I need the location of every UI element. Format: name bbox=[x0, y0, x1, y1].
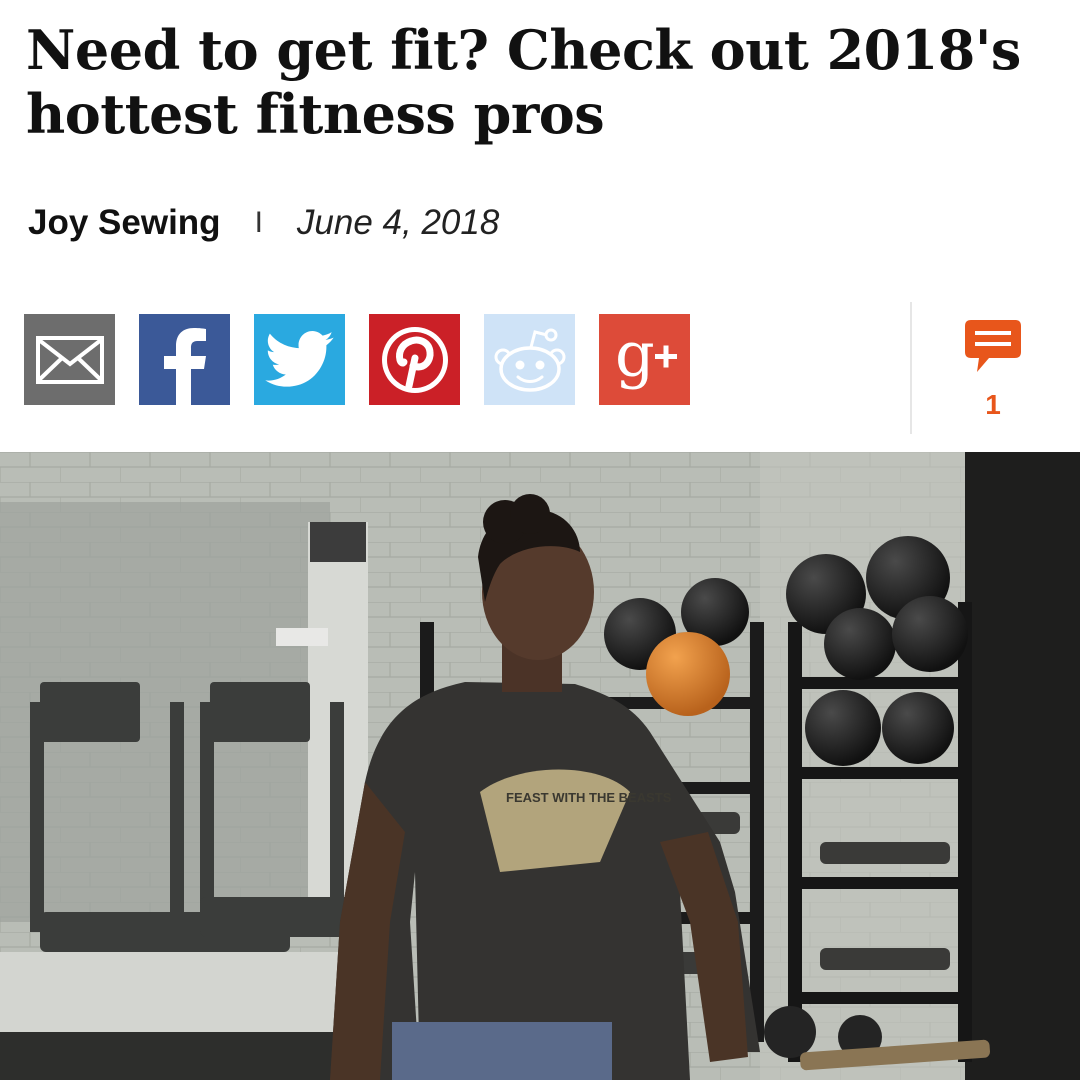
twitter-share-button[interactable] bbox=[254, 314, 345, 405]
share-bar: g bbox=[24, 314, 714, 405]
article-headline: Need to get fit? Check out 2018's hottes… bbox=[26, 18, 1021, 146]
pinterest-icon bbox=[381, 326, 448, 393]
reddit-share-button[interactable] bbox=[484, 314, 575, 405]
share-divider bbox=[910, 302, 912, 434]
pinterest-share-button[interactable] bbox=[369, 314, 460, 405]
facebook-share-button[interactable] bbox=[139, 314, 230, 405]
twitter-bird-icon bbox=[264, 330, 334, 387]
byline: Joy Sewing I June 4, 2018 bbox=[28, 200, 499, 246]
shirt-print: FEAST WITH THE BEASTS bbox=[506, 790, 672, 805]
publish-date: June 4, 2018 bbox=[296, 203, 500, 242]
google-plus-icon: g bbox=[615, 322, 677, 391]
google-plus-share-button[interactable]: g bbox=[599, 314, 690, 405]
byline-separator: I bbox=[254, 206, 263, 239]
svg-text:g: g bbox=[615, 322, 655, 391]
reddit-alien-icon bbox=[494, 328, 565, 392]
comment-bubble-icon bbox=[965, 320, 1021, 372]
email-share-button[interactable] bbox=[24, 314, 115, 405]
hero-image[interactable]: FEAST WITH THE BEASTS bbox=[0, 452, 1080, 1080]
comment-count: 1 bbox=[985, 389, 1001, 420]
author-name[interactable]: Joy Sewing bbox=[28, 203, 221, 243]
facebook-icon bbox=[163, 328, 206, 405]
envelope-icon bbox=[35, 335, 104, 384]
comments-button[interactable]: 1 bbox=[962, 318, 1024, 421]
gym-photo: FEAST WITH THE BEASTS bbox=[0, 452, 1080, 1080]
